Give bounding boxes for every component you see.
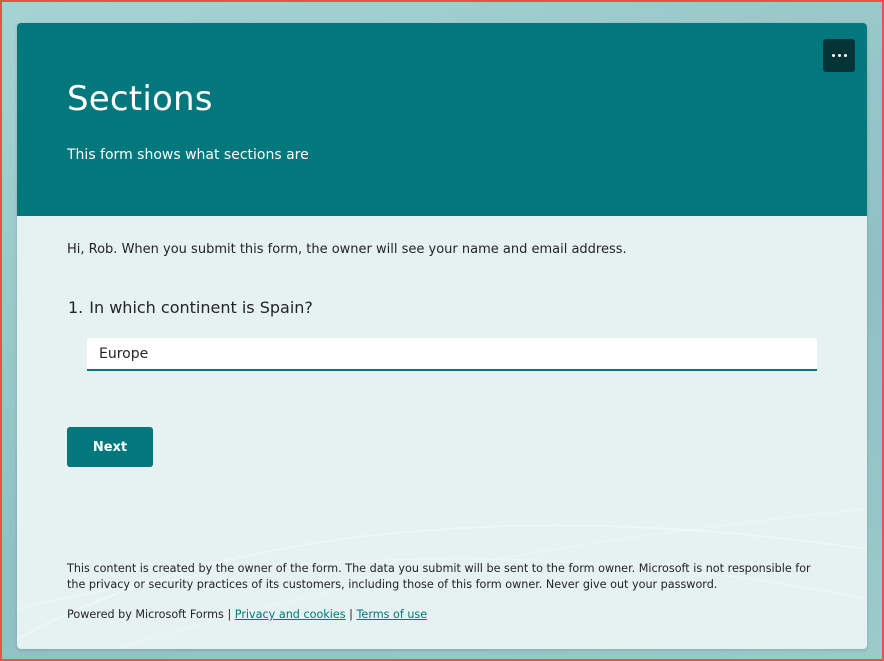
- form-title: Sections: [67, 79, 213, 119]
- footer-separator: |: [349, 608, 353, 621]
- form-subtitle: This form shows what sections are: [67, 147, 309, 163]
- window-frame: Sections This form shows what sections a…: [0, 0, 884, 661]
- more-options-button[interactable]: [823, 39, 855, 72]
- form-card: Sections This form shows what sections a…: [17, 23, 867, 649]
- next-button[interactable]: Next: [67, 427, 153, 467]
- form-header: Sections This form shows what sections a…: [17, 23, 867, 216]
- terms-link[interactable]: Terms of use: [357, 608, 428, 621]
- footer-separator: |: [227, 608, 232, 621]
- disclaimer-text: This content is created by the owner of …: [67, 562, 811, 591]
- ellipsis-icon: [831, 54, 835, 57]
- powered-by-text: Powered by Microsoft Forms: [67, 608, 224, 621]
- identity-notice: Hi, Rob. When you submit this form, the …: [67, 242, 627, 257]
- question-number: 1.: [68, 298, 84, 317]
- ellipsis-icon: [843, 54, 847, 57]
- question-text: In which continent is Spain?: [89, 298, 313, 317]
- privacy-link[interactable]: Privacy and cookies: [235, 608, 346, 621]
- ellipsis-icon: [837, 54, 841, 57]
- question-1: 1. In which continent is Spain?: [68, 298, 313, 317]
- footer: Powered by Microsoft Forms | Privacy and…: [67, 608, 427, 621]
- answer-input[interactable]: [87, 338, 817, 371]
